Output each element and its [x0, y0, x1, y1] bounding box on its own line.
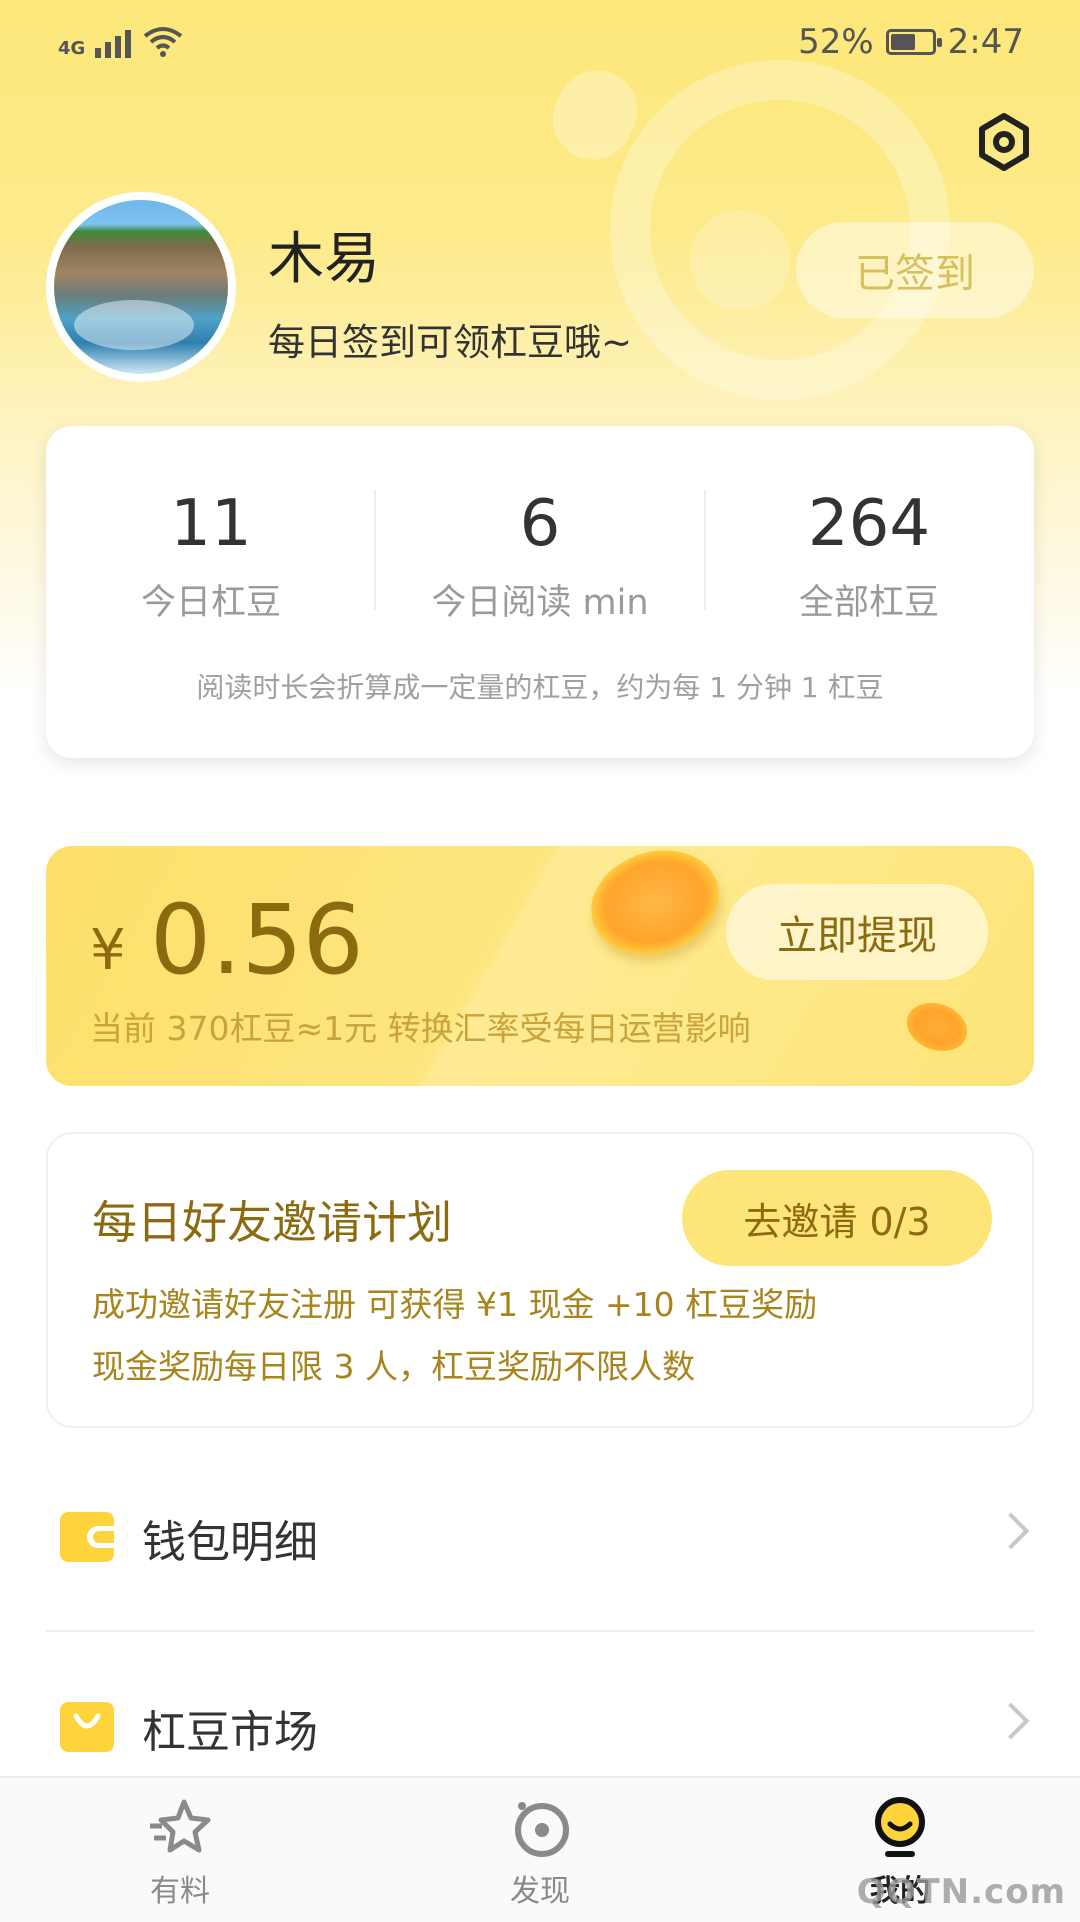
- discover-icon: [515, 1802, 569, 1857]
- stat-value: 264: [807, 487, 931, 561]
- stat-today-beans: 11 今日杠豆: [46, 486, 376, 625]
- checkin-hint: 每日签到可领杠豆哦~: [268, 321, 633, 364]
- menu-divider: [46, 1630, 1034, 1632]
- menu-item-label: 钱包明细: [142, 1517, 318, 1568]
- stat-label: 全部杠豆: [798, 583, 939, 623]
- stat-value: 11: [170, 487, 252, 561]
- withdraw-button[interactable]: 立即提现: [726, 884, 988, 980]
- status-bar: 4G 52% 2:47: [0, 0, 1080, 92]
- avatar[interactable]: [46, 192, 236, 382]
- stats-note: 阅读时长会折算成一定量的杠豆，约为每 1 分钟 1 杠豆: [196, 671, 884, 704]
- stats-card: 11 今日杠豆 6 今日阅读 min 264 全部杠豆 阅读时长会折算成一定量的…: [46, 426, 1034, 758]
- menu-item-bean-market[interactable]: 杠豆市场: [46, 1666, 1034, 1786]
- checkin-button[interactable]: 已签到: [796, 222, 1034, 318]
- status-right: 52% 2:47: [798, 22, 1024, 62]
- coin-small-icon: [900, 994, 974, 1060]
- tab-youliao[interactable]: 有料: [80, 1796, 280, 1910]
- star-icon: [150, 1799, 211, 1853]
- menu-item-label: 杠豆市场: [142, 1707, 318, 1758]
- invite-reward-line: 成功邀请好友注册 可获得 ¥1 现金 +10 杠豆奖励: [92, 1285, 818, 1324]
- invite-title: 每日好友邀请计划: [92, 1196, 453, 1249]
- tab-label: 发现: [510, 1874, 570, 1909]
- clock: 2:47: [947, 22, 1024, 62]
- decorative-dot: [690, 210, 790, 310]
- profile-face-icon: [875, 1797, 925, 1857]
- stat-label: 今日阅读 min: [431, 583, 649, 623]
- user-name: 木易: [268, 227, 380, 292]
- wallet-amount: 0.56: [150, 884, 364, 996]
- invite-card: 每日好友邀请计划 去邀请 0/3 成功邀请好友注册 可获得 ¥1 现金 +10 …: [46, 1132, 1034, 1428]
- invite-button[interactable]: 去邀请 0/3: [682, 1170, 992, 1266]
- tab-label: 有料: [150, 1874, 210, 1909]
- battery-percent: 52%: [798, 22, 874, 62]
- watermark: QQTN.com: [856, 1872, 1066, 1912]
- coin-icon: [577, 846, 733, 970]
- tab-discover[interactable]: 发现: [440, 1796, 640, 1910]
- menu-item-wallet-details[interactable]: 钱包明细: [46, 1476, 1034, 1596]
- stat-today-reading: 6 今日阅读 min: [375, 486, 705, 625]
- settings-icon[interactable]: [976, 112, 1032, 172]
- network-type: 4G: [58, 38, 86, 59]
- signal-icon: [95, 26, 132, 58]
- currency-symbol: ¥: [90, 918, 126, 983]
- stat-value: 6: [519, 487, 561, 561]
- wallet-card: ¥ 0.56 当前 370杠豆≈1元 转换汇率受每日运营影响 立即提现: [46, 846, 1034, 1086]
- battery-icon: [885, 29, 942, 55]
- shopping-bag-icon: [60, 1702, 114, 1752]
- wallet-icon: [60, 1512, 114, 1562]
- chevron-right-icon: [992, 1702, 1030, 1740]
- stat-label: 今日杠豆: [140, 583, 281, 623]
- avatar-photo-detail: [74, 300, 194, 350]
- stat-total-beans: 264 全部杠豆: [704, 486, 1034, 625]
- invite-limit-line: 现金奖励每日限 3 人，杠豆奖励不限人数: [92, 1347, 695, 1386]
- wifi-icon: [144, 27, 183, 57]
- bottom-nav: 有料 发现 我的 QQTN.com: [0, 1776, 1080, 1922]
- chevron-right-icon: [992, 1512, 1030, 1550]
- status-left: 4G: [58, 24, 185, 58]
- exchange-rate-note: 当前 370杠豆≈1元 转换汇率受每日运营影响: [90, 1009, 751, 1048]
